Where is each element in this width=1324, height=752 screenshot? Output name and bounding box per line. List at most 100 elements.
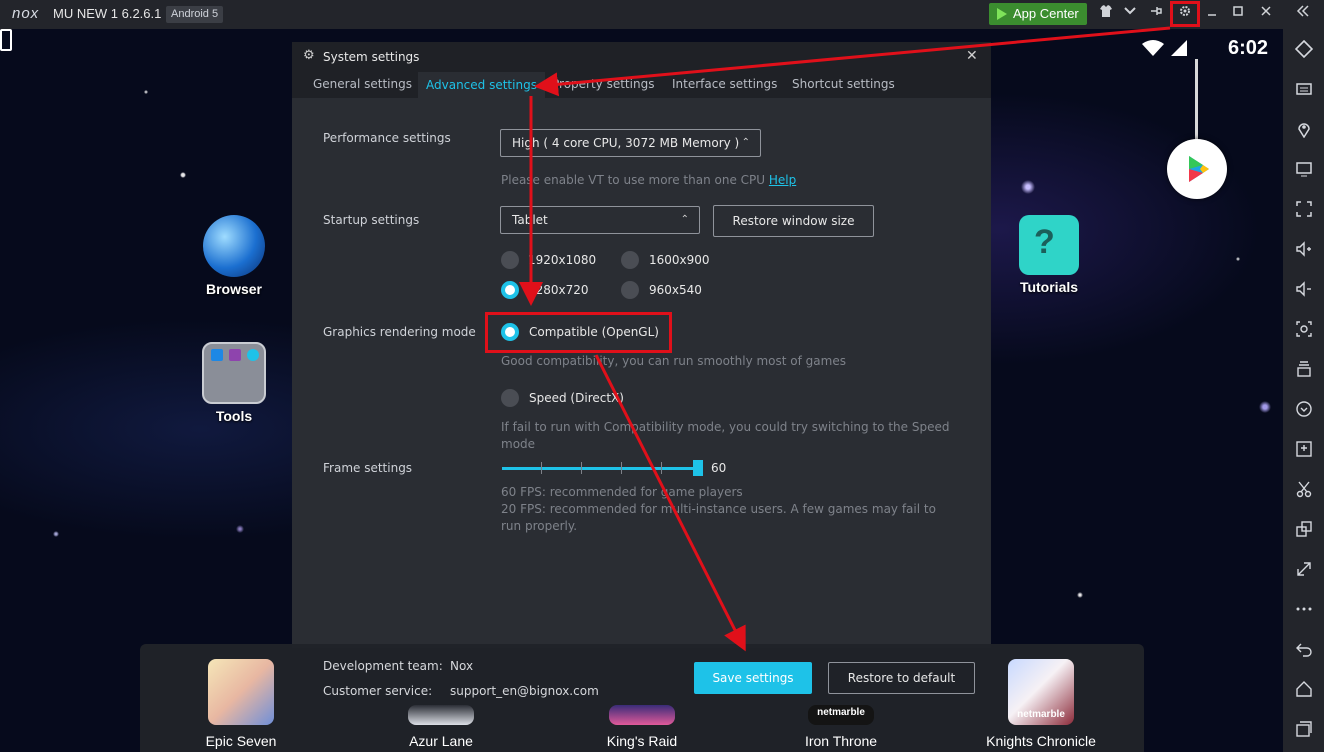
- app-center-button[interactable]: App Center: [989, 3, 1087, 25]
- game-kings-raid[interactable]: King's Raid: [587, 705, 697, 749]
- startup-select-value: Tablet: [512, 213, 548, 227]
- speed-hint: If fail to run with Compatibility mode, …: [501, 420, 950, 451]
- dev-team-value: Nox: [450, 659, 474, 673]
- game-epic-seven[interactable]: Epic Seven: [186, 659, 296, 749]
- frame-slider-track[interactable]: [502, 467, 698, 470]
- screen-icon[interactable]: [1293, 160, 1314, 181]
- restore-window-size-button[interactable]: Restore window size: [713, 205, 874, 237]
- play-store-button[interactable]: [1167, 139, 1227, 199]
- window-title: MU NEW 1 6.2.6.1: [53, 6, 162, 21]
- startup-settings-label: Startup settings: [323, 213, 420, 227]
- help-link[interactable]: Help: [769, 173, 796, 187]
- close-icon[interactable]: ✕: [966, 48, 978, 64]
- frame-value: 60: [711, 461, 727, 475]
- radio-1920x1080[interactable]: [501, 251, 519, 269]
- radio-label-speed: Speed (DirectX): [529, 391, 624, 405]
- app-center-label: App Center: [1013, 6, 1079, 21]
- more-icon[interactable]: [1293, 600, 1314, 621]
- radio-compatible-opengl[interactable]: [501, 323, 519, 341]
- multi-window-icon[interactable]: [1293, 520, 1314, 541]
- gear-highlight-annotation: [1170, 1, 1200, 27]
- back-icon[interactable]: [1293, 640, 1314, 661]
- tab-general-settings[interactable]: General settings: [313, 77, 412, 91]
- chevron-updown-icon: ⌃: [680, 214, 689, 225]
- wifi-icon: [1142, 40, 1164, 56]
- multi-instance-icon[interactable]: [1293, 360, 1314, 381]
- keyboard-icon[interactable]: [1293, 80, 1314, 101]
- screenshot-icon[interactable]: [1293, 320, 1314, 341]
- slider-tick: [621, 462, 622, 474]
- shirt-icon[interactable]: [1096, 4, 1116, 24]
- game-label: Knights Chronicle: [986, 733, 1096, 749]
- restore-to-default-button[interactable]: Restore to default: [828, 662, 975, 694]
- tab-advanced-settings[interactable]: Advanced settings: [418, 72, 545, 98]
- play-store-connector: [1195, 59, 1198, 141]
- performance-select-value: High ( 4 core CPU, 3072 MB Memory ): [512, 136, 740, 150]
- gear-icon: ⚙: [303, 48, 315, 63]
- tools-folder-icon: [202, 342, 266, 404]
- browser-icon: [203, 215, 265, 277]
- performance-select[interactable]: High ( 4 core CPU, 3072 MB Memory ) ⌃: [500, 129, 761, 157]
- radio-label-1600x900: 1600x900: [649, 253, 710, 267]
- collapse-sidebar-icon[interactable]: [1293, 4, 1313, 24]
- close-icon[interactable]: [1256, 4, 1276, 24]
- dev-team-label: Development team:: [323, 659, 443, 673]
- play-store-icon: [997, 8, 1007, 20]
- frame-settings-label: Frame settings: [323, 461, 413, 475]
- radio-label-1280x720: 1280x720: [528, 283, 589, 297]
- frame-hint-20: 20 FPS: recommended for multi-instance u…: [501, 502, 936, 533]
- system-settings-dialog: ⚙ System settings ✕ General settings Adv…: [292, 42, 991, 648]
- game-azur-lane[interactable]: Azur Lane: [386, 705, 496, 749]
- iron-throne-icon: netmarble: [808, 705, 874, 725]
- pin-icon[interactable]: [1146, 4, 1166, 24]
- desktop-app-label: Tools: [215, 408, 253, 424]
- compatible-hint: Good compatibility, you can run smoothly…: [501, 354, 846, 368]
- macro-icon[interactable]: [1293, 400, 1314, 421]
- performance-hint-text: Please enable VT to use more than one CP…: [501, 173, 766, 187]
- desktop-app-tutorials[interactable]: ? Tutorials: [1004, 215, 1094, 295]
- desktop-app-browser[interactable]: Browser: [189, 215, 279, 297]
- knights-chronicle-icon: netmarble: [1008, 659, 1074, 725]
- home-icon[interactable]: [1293, 680, 1314, 701]
- game-iron-throne[interactable]: netmarble Iron Throne: [786, 705, 896, 749]
- keymap-icon[interactable]: [1293, 39, 1314, 61]
- radio-label-1920x1080: 1920x1080: [528, 253, 597, 267]
- radio-1280x720[interactable]: [501, 281, 519, 299]
- kings-raid-icon: [609, 705, 675, 725]
- resize-icon[interactable]: [1293, 560, 1314, 581]
- volume-down-icon[interactable]: [1293, 280, 1314, 301]
- tab-property-settings[interactable]: Property settings: [552, 77, 654, 91]
- graphics-rendering-label: Graphics rendering mode: [323, 325, 476, 339]
- frame-hint-60: 60 FPS: recommended for game players: [501, 485, 743, 499]
- signal-icon: [1171, 40, 1187, 56]
- radio-speed-directx[interactable]: [501, 389, 519, 407]
- location-icon[interactable]: [1293, 120, 1314, 141]
- maximize-icon[interactable]: [1228, 4, 1248, 24]
- slider-tick: [581, 462, 582, 474]
- save-settings-button[interactable]: Save settings: [694, 662, 812, 694]
- radio-1600x900[interactable]: [621, 251, 639, 269]
- game-label: King's Raid: [606, 733, 678, 749]
- desktop-app-tools[interactable]: Tools: [189, 342, 279, 424]
- epic-seven-icon: [208, 659, 274, 725]
- netmarble-badge: netmarble: [817, 707, 865, 718]
- slider-tick: [661, 462, 662, 474]
- minimize-icon[interactable]: [1202, 4, 1222, 24]
- frame-slider-thumb[interactable]: [693, 460, 703, 476]
- azur-lane-icon: [408, 705, 474, 725]
- volume-up-icon[interactable]: [1293, 240, 1314, 261]
- fullscreen-icon[interactable]: [1293, 200, 1314, 221]
- scissors-icon[interactable]: [1293, 480, 1314, 501]
- chevron-updown-icon: ⌃: [741, 137, 750, 148]
- game-knights-chronicle[interactable]: netmarble Knights Chronicle: [986, 659, 1096, 749]
- radio-960x540[interactable]: [621, 281, 639, 299]
- startup-select[interactable]: Tablet ⌃: [500, 206, 700, 234]
- tab-shortcut-settings[interactable]: Shortcut settings: [792, 77, 895, 91]
- tab-interface-settings[interactable]: Interface settings: [672, 77, 777, 91]
- game-label: Iron Throne: [804, 733, 878, 749]
- add-apk-icon[interactable]: [1293, 440, 1314, 461]
- slider-tick: [541, 462, 542, 474]
- chevron-down-icon[interactable]: [1120, 4, 1140, 24]
- recent-apps-icon[interactable]: [1293, 720, 1314, 741]
- customer-service-label: Customer service:: [323, 684, 433, 698]
